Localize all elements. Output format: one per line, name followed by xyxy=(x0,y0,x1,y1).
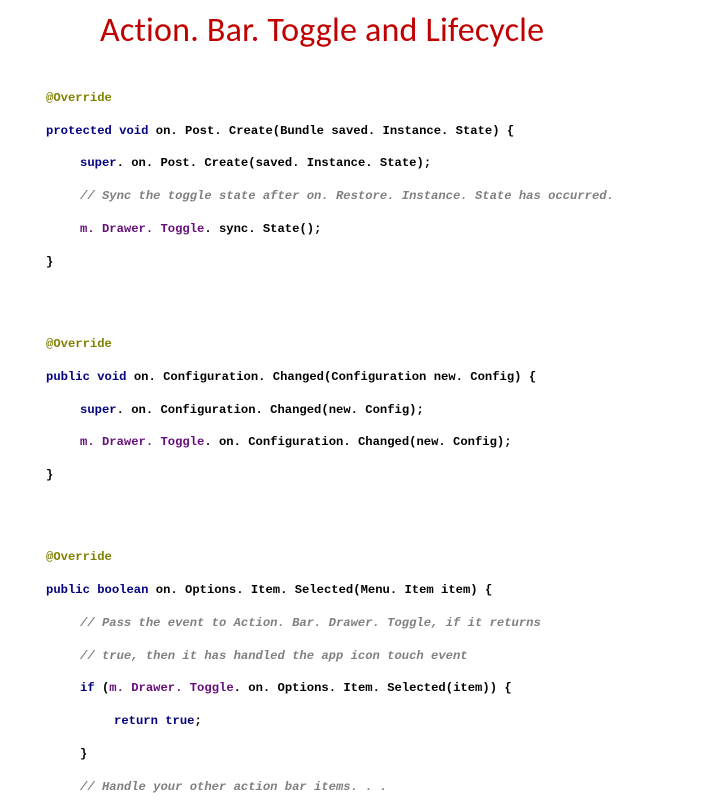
lparen: ( xyxy=(446,681,453,695)
kw-protected: protected xyxy=(46,124,112,138)
lparen: ( xyxy=(321,403,328,417)
kw-void: void xyxy=(119,124,148,138)
lbrace: { xyxy=(529,370,536,384)
sp xyxy=(478,583,485,597)
rbrace: } xyxy=(80,747,87,761)
lparen: ( xyxy=(299,222,306,236)
lparen: ( xyxy=(248,156,255,170)
call-onoptionsitemselected: on. Options. Item. Selected xyxy=(248,681,445,695)
field-mdrawertoggle: m. Drawer. Toggle xyxy=(80,435,204,449)
semicolon: ; xyxy=(314,222,321,236)
annotation: @Override xyxy=(46,337,112,351)
rbrace: } xyxy=(46,255,53,269)
dot: . xyxy=(204,222,219,236)
comment-pass1: // Pass the event to Action. Bar. Drawer… xyxy=(80,616,541,630)
dot: . xyxy=(234,681,249,695)
param-newconfig: new. Config xyxy=(434,370,514,384)
slide-title: Action. Bar. Toggle and Lifecycle xyxy=(0,0,720,57)
sp xyxy=(426,370,433,384)
arg-newconfig: new. Config xyxy=(329,403,409,417)
kw-super: super xyxy=(80,403,117,417)
lparen: ( xyxy=(273,124,280,138)
sp xyxy=(90,583,97,597)
rparen: ) xyxy=(307,222,314,236)
lparen: ( xyxy=(353,583,360,597)
sp xyxy=(95,681,102,695)
call-onconfigchanged2: on. Configuration. Changed xyxy=(219,435,409,449)
semicolon: ; xyxy=(416,403,423,417)
kw-void: void xyxy=(97,370,126,384)
rparen: ) xyxy=(492,124,499,138)
lbrace: { xyxy=(504,681,511,695)
field-mdrawertoggle: m. Drawer. Toggle xyxy=(80,222,204,236)
sp xyxy=(497,681,504,695)
rparen: ) xyxy=(490,681,497,695)
method-onoptionsitemselected: on. Options. Item. Selected xyxy=(156,583,353,597)
sp xyxy=(434,583,441,597)
kw-true: true xyxy=(165,714,194,728)
semicolon: ; xyxy=(194,714,201,728)
sp xyxy=(521,370,528,384)
arg-savedstate: saved. Instance. State xyxy=(256,156,417,170)
sp xyxy=(148,124,155,138)
kw-return: return xyxy=(114,714,158,728)
semicolon: ; xyxy=(504,435,511,449)
comment-sync: // Sync the toggle state after on. Resto… xyxy=(80,189,614,203)
sp xyxy=(158,714,165,728)
dot: . xyxy=(204,435,219,449)
rparen: ) xyxy=(482,681,489,695)
sp xyxy=(126,370,133,384)
param-item: item xyxy=(441,583,470,597)
lbrace: { xyxy=(507,124,514,138)
annotation: @Override xyxy=(46,550,112,564)
rparen: ) xyxy=(470,583,477,597)
field-mdrawertoggle: m. Drawer. Toggle xyxy=(109,681,233,695)
code-block: @Override protected void on. Post. Creat… xyxy=(0,57,720,812)
kw-public: public xyxy=(46,370,90,384)
kw-super: super xyxy=(80,156,117,170)
rbrace: } xyxy=(46,468,53,482)
type-bundle: Bundle xyxy=(280,124,324,138)
lparen: ( xyxy=(102,681,109,695)
kw-boolean: boolean xyxy=(97,583,148,597)
kw-if: if xyxy=(80,681,95,695)
arg-item: item xyxy=(453,681,482,695)
semicolon: ; xyxy=(424,156,431,170)
method-onpostcreate: on. Post. Create xyxy=(156,124,273,138)
type-menuitem: Menu. Item xyxy=(361,583,434,597)
sp xyxy=(148,583,155,597)
dot: . xyxy=(117,403,132,417)
call-syncstate: sync. State xyxy=(219,222,299,236)
lbrace: { xyxy=(485,583,492,597)
comment-handle: // Handle your other action bar items. .… xyxy=(80,780,387,794)
comment-pass2: // true, then it has handled the app ico… xyxy=(80,649,468,663)
annotation: @Override xyxy=(46,91,112,105)
rparen: ) xyxy=(416,156,423,170)
param-savedstate: saved. Instance. State xyxy=(331,124,492,138)
kw-public: public xyxy=(46,583,90,597)
type-configuration: Configuration xyxy=(331,370,426,384)
call-onconfigchanged: on. Configuration. Changed xyxy=(131,403,321,417)
dot: . xyxy=(117,156,132,170)
sp xyxy=(500,124,507,138)
method-onconfigchanged: on. Configuration. Changed xyxy=(134,370,324,384)
call-onpostcreate: on. Post. Create xyxy=(131,156,248,170)
arg-newconfig: new. Config xyxy=(416,435,496,449)
